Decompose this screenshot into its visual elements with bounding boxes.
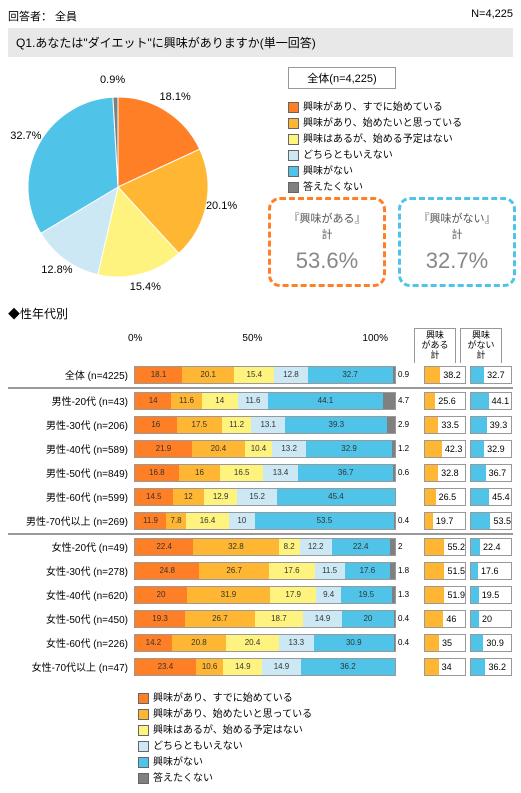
bar-row: 女性-50代 (n=450)19.326.718.714.9200.4 46 2…	[8, 607, 513, 631]
subsection-title: ◆性年代別	[8, 305, 513, 322]
stacked-bar-chart: 0% 50% 100% 興味がある計 興味がない計 全体 (n=4225)18.…	[8, 328, 513, 784]
pie-chart	[18, 87, 218, 290]
bar-row: 女性-60代 (n=226)14.220.820.413.330.90.4 35…	[8, 631, 513, 655]
bar-row: 全体 (n=4225)18.120.115.412.832.70.9 38.2 …	[8, 363, 513, 388]
interested-value: 53.6%	[287, 248, 367, 274]
bar-row: 男性-50代 (n=849)16.81616.513.436.70.6 32.8…	[8, 461, 513, 485]
pie-legend: 興味があり、すでに始めている興味があり、始めたいと思っている興味はあるが、始める…	[288, 97, 462, 194]
overall-n-label: 全体(n=4,225)	[288, 67, 396, 89]
bar-row: 女性-70代以上 (n=47)23.410.614.914.936.2 34 3…	[8, 655, 513, 679]
top-section: 全体(n=4,225) 18.1%20.1%15.4%12.8%32.7%0.9…	[8, 67, 513, 297]
n-label: N=4,225	[471, 8, 513, 24]
bar-legend: 興味があり、すでに始めている興味があり、始めたいと思っている興味はあるが、始める…	[138, 689, 513, 784]
not-interested-total-box: 『興味がない』計 32.7%	[398, 197, 516, 287]
bar-row: 女性-20代 (n=49)22.432.88.212.222.42 55.2 2…	[8, 534, 513, 559]
question-title: Q1.あなたは"ダイエット"に興味がありますか(単一回答)	[8, 28, 513, 57]
not-interested-value: 32.7%	[417, 248, 497, 274]
bar-row: 女性-40代 (n=620)2031.917.99.419.51.3 51.9 …	[8, 583, 513, 607]
sum-no-header: 興味がない計	[460, 328, 502, 363]
respondent-label: 回答者： 全員	[8, 8, 77, 24]
bar-row: 男性-30代 (n=206)1617.511.213.139.32.9 33.5…	[8, 413, 513, 437]
header: 回答者： 全員 N=4,225	[8, 8, 513, 24]
bar-row: 男性-20代 (n=43)1411.61411.644.14.7 25.6 44…	[8, 388, 513, 413]
bar-row: 男性-70代以上 (n=269)11.97.816.41053.50.4 19.…	[8, 509, 513, 534]
not-interested-title: 『興味がない』計	[417, 210, 497, 242]
bar-row: 男性-40代 (n=589)21.920.410.413.232.91.2 42…	[8, 437, 513, 461]
interested-total-box: 『興味がある』計 53.6%	[268, 197, 386, 287]
sum-yes-header: 興味がある計	[414, 328, 456, 363]
bar-row: 男性-60代 (n=599)14.51212.915.245.4 26.5 45…	[8, 485, 513, 509]
x-axis: 0% 50% 100%	[128, 328, 388, 344]
bar-row: 女性-30代 (n=278)24.826.717.611.517.61.8 51…	[8, 559, 513, 583]
interested-title: 『興味がある』計	[287, 210, 367, 242]
